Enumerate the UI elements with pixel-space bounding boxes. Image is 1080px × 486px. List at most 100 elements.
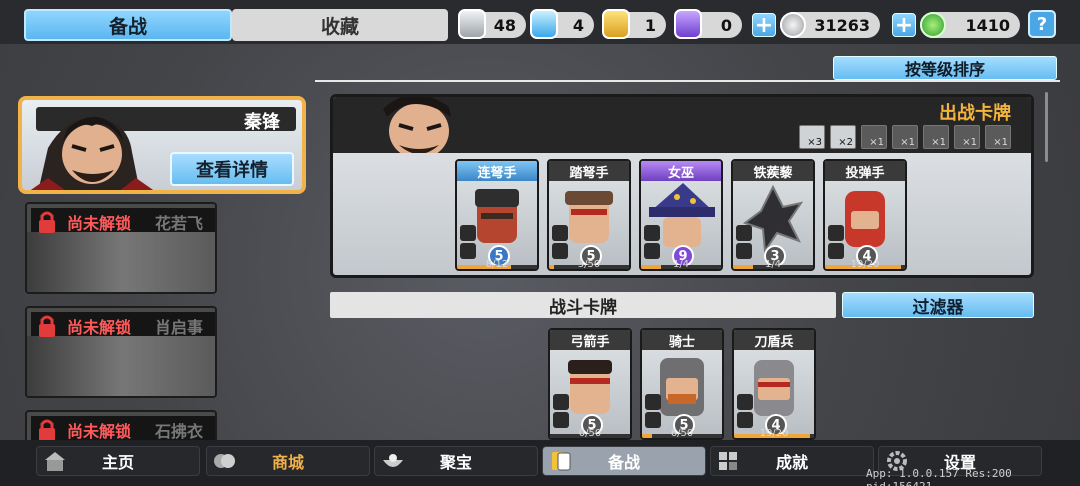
card-name: 踏弩手 <box>549 161 629 181</box>
locked-status: 尚未解锁 <box>67 422 132 441</box>
battle-card[interactable]: 弓箭手 5 0/50 <box>548 328 632 440</box>
blue-gem-counter: 4 <box>530 9 594 39</box>
silver-coin-counter: 31263 <box>780 12 880 38</box>
lock-bar: 尚未解锁 花若飞 <box>31 208 215 233</box>
sort-by-level-button[interactable]: 按等级排序 <box>833 56 1057 80</box>
lock-icon <box>39 211 55 233</box>
deck-card[interactable]: 女巫 9 1/4 <box>639 159 723 271</box>
weapon-icon <box>737 394 753 410</box>
shield-icon <box>645 412 661 428</box>
deck-title: 出战卡牌 <box>939 103 1011 124</box>
silver-gem-count: 48 <box>493 15 516 35</box>
deck-slot: ×1 <box>923 125 949 149</box>
deck-slot: ×1 <box>985 125 1011 149</box>
card-progress-text: 1/4 <box>764 259 782 270</box>
purple-gem-count: 0 <box>720 15 732 35</box>
locked-hero-name: 肖启事 <box>155 318 204 337</box>
hand-icon <box>460 243 476 259</box>
deck-slot: ×1 <box>861 125 887 149</box>
green-coin-counter: 1410 <box>920 12 1020 38</box>
locked-status: 尚未解锁 <box>67 214 132 233</box>
tab-prep[interactable]: 备战 <box>24 9 232 41</box>
add-green-coins-button[interactable]: + <box>892 13 916 38</box>
card-name: 弓箭手 <box>550 330 630 350</box>
nav-prep[interactable]: 备战 <box>542 446 706 476</box>
blue-gem-count: 4 <box>572 15 584 35</box>
card-name: 铁蒺藜 <box>733 161 813 181</box>
deck-slot: ×2 <box>830 125 856 149</box>
version-text: App: 1.0.0.157 Res:200 pid:156421 <box>866 467 1012 486</box>
skull-icon <box>645 394 661 410</box>
locked-hero-card[interactable]: 尚未解锁 肖启事 <box>25 306 217 398</box>
speed-icon <box>736 243 752 259</box>
green-coin-icon <box>920 12 946 38</box>
green-coin-count: 1410 <box>965 15 1010 35</box>
speed-icon <box>644 243 660 259</box>
hero-portrait <box>30 116 154 190</box>
shield-icon <box>737 412 753 428</box>
help-button[interactable]: ? <box>1028 10 1056 38</box>
weapon-icon <box>552 225 568 241</box>
card-name: 连弩手 <box>457 161 537 181</box>
treasure-bowl-icon <box>383 454 403 467</box>
nav-achievements[interactable]: 成就 <box>710 446 874 476</box>
silver-coin-count: 31263 <box>814 15 870 35</box>
view-details-button[interactable]: 查看详情 <box>170 152 294 186</box>
deck-card[interactable]: 踏弩手 5 3/50 <box>547 159 631 271</box>
gold-gem-count: 1 <box>644 15 656 35</box>
card-name: 女巫 <box>641 161 721 181</box>
silver-gem-counter: 48 <box>458 9 526 39</box>
battle-card[interactable]: 刀盾兵 4 19/20 <box>732 328 816 440</box>
selected-hero-card[interactable]: 秦锋 查看详情 <box>18 96 306 194</box>
add-silver-coins-button[interactable]: + <box>752 13 776 38</box>
deck-header: 出战卡牌 ×3 ×2 ×1 ×1 ×1 ×1 ×1 <box>333 97 1031 153</box>
weapon-icon <box>460 225 476 241</box>
hero-silhouette <box>27 336 215 396</box>
locked-hero-card[interactable]: 尚未解锁 花若飞 <box>25 202 217 294</box>
tab-collection[interactable]: 收藏 <box>232 9 448 41</box>
lock-bar: 尚未解锁 肖启事 <box>31 312 215 337</box>
deck-panel: 出战卡牌 ×3 ×2 ×1 ×1 ×1 ×1 ×1 连弩手 5 8/12 踏弩手… <box>330 94 1034 278</box>
purple-gem-counter: 0 <box>674 9 742 39</box>
locked-hero-name: 花若飞 <box>155 214 204 233</box>
card-progress-text: 8/12 <box>485 259 509 270</box>
deck-card[interactable]: 连弩手 5 8/12 <box>455 159 539 271</box>
nav-label: 聚宝 <box>439 453 472 472</box>
card-progress-text: 0/50 <box>578 428 602 439</box>
nav-label: 商城 <box>271 453 304 472</box>
lock-bar: 尚未解锁 石拂衣 <box>31 416 215 441</box>
nav-label: 备战 <box>607 453 640 472</box>
nav-label: 主页 <box>101 453 134 472</box>
nav-shop[interactable]: 商城 <box>206 446 370 476</box>
purple-gem-icon <box>674 9 702 39</box>
gold-gem-icon <box>602 9 630 39</box>
lock-icon <box>39 315 55 337</box>
filter-button[interactable]: 过滤器 <box>842 292 1034 318</box>
divider <box>315 80 1060 82</box>
card-name: 骑士 <box>642 330 722 350</box>
hand-icon <box>553 412 569 428</box>
locked-hero-name: 石拂衣 <box>155 422 204 441</box>
scrollbar[interactable] <box>1045 92 1048 162</box>
deck-slot: ×3 <box>799 125 825 149</box>
achievements-icon <box>719 452 737 470</box>
locked-hero-card[interactable]: 尚未解锁 石拂衣 <box>25 410 217 444</box>
hero-name: 秦锋 <box>244 112 280 133</box>
weapon-icon <box>553 394 569 410</box>
deck-card[interactable]: 铁蒺藜 3 1/4 <box>731 159 815 271</box>
battle-card[interactable]: 骑士 5 6/50 <box>640 328 724 440</box>
locked-status: 尚未解锁 <box>67 318 132 337</box>
spike-icon <box>736 225 752 241</box>
hand-icon <box>828 243 844 259</box>
nav-home[interactable]: 主页 <box>36 446 200 476</box>
deck-card[interactable]: 投弹手 4 19/20 <box>823 159 907 271</box>
coins-icon <box>214 454 235 468</box>
house-icon <box>45 452 65 471</box>
card-progress-text: 19/20 <box>759 428 789 439</box>
card-progress-text: 1/4 <box>672 259 690 270</box>
gold-gem-counter: 1 <box>602 9 666 39</box>
nav-label: 成就 <box>775 453 808 472</box>
nav-treasure[interactable]: 聚宝 <box>374 446 538 476</box>
card-name: 投弹手 <box>825 161 905 181</box>
weapon-icon <box>828 225 844 241</box>
